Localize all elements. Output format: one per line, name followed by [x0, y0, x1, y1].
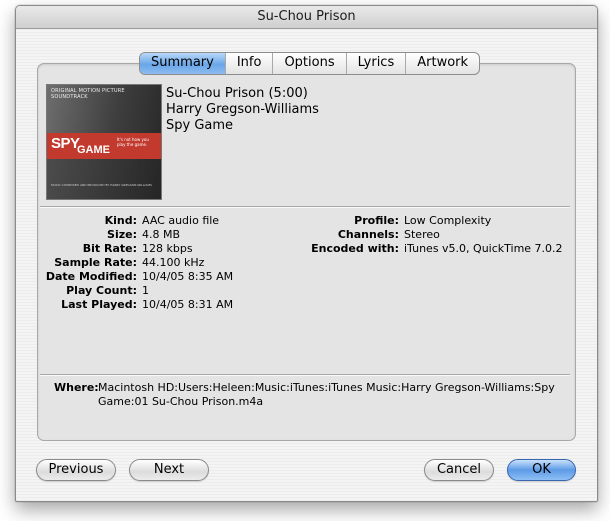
track-artist: Harry Gregson-Williams	[166, 102, 319, 117]
next-button[interactable]: Next	[129, 459, 209, 481]
tab-options[interactable]: Options	[273, 53, 347, 74]
window-title: Su-Chou Prison	[16, 6, 597, 29]
properties-right: Profile: Low Complexity Channels: Stereo…	[16, 214, 563, 256]
property-row-encoded-with: Encoded with: iTunes v5.0, QuickTime 7.0…	[311, 242, 563, 255]
ok-button[interactable]: OK	[507, 459, 576, 481]
tab-lyrics[interactable]: Lyrics	[347, 53, 407, 74]
get-info-dialog: Su-Chou Prison Summary Info Options Lyri…	[15, 5, 598, 502]
artwork-top-text: ORIGINAL MOTION PICTURE SOUNDTRACK	[51, 88, 125, 100]
property-row-play-count: Play Count: 1	[66, 284, 149, 297]
previous-button[interactable]: Previous	[36, 459, 116, 481]
file-path: Macintosh HD:Users:Heleen:Music:iTunes:i…	[98, 381, 555, 408]
property-row-profile: Profile: Low Complexity	[354, 214, 492, 227]
artwork-credits: MUSIC COMPOSED AND PRODUCED BY HARRY GRE…	[51, 183, 152, 187]
property-row-last-played: Last Played: 10/4/05 8:31 AM	[61, 298, 234, 311]
track-name: Su-Chou Prison (5:00)	[166, 86, 308, 101]
property-row-date-modified: Date Modified: 10/4/05 8:35 AM	[45, 270, 234, 283]
tab-summary[interactable]: Summary	[140, 53, 226, 74]
track-album: Spy Game	[166, 118, 234, 133]
property-row-sample-rate: Sample Rate: 44.100 kHz	[54, 256, 205, 269]
tab-bar: Summary Info Options Lyrics Artwork	[139, 52, 481, 75]
artwork-title-spy: SPY	[51, 135, 80, 152]
track-summary: Su-Chou Prison (5:00) Harry Gregson-Will…	[166, 86, 319, 134]
divider	[40, 206, 570, 207]
cancel-button[interactable]: Cancel	[424, 459, 494, 481]
tab-artwork[interactable]: Artwork	[406, 53, 479, 74]
artwork-tagline: It's not how you play the game.	[117, 137, 149, 147]
album-artwork: ORIGINAL MOTION PICTURE SOUNDTRACK SPY G…	[46, 84, 162, 200]
tab-info[interactable]: Info	[226, 53, 274, 74]
artwork-title-game: GAME	[77, 144, 110, 156]
where-label: Where:	[54, 381, 99, 394]
divider	[40, 374, 570, 375]
property-row-channels: Channels: Stereo	[337, 228, 440, 241]
